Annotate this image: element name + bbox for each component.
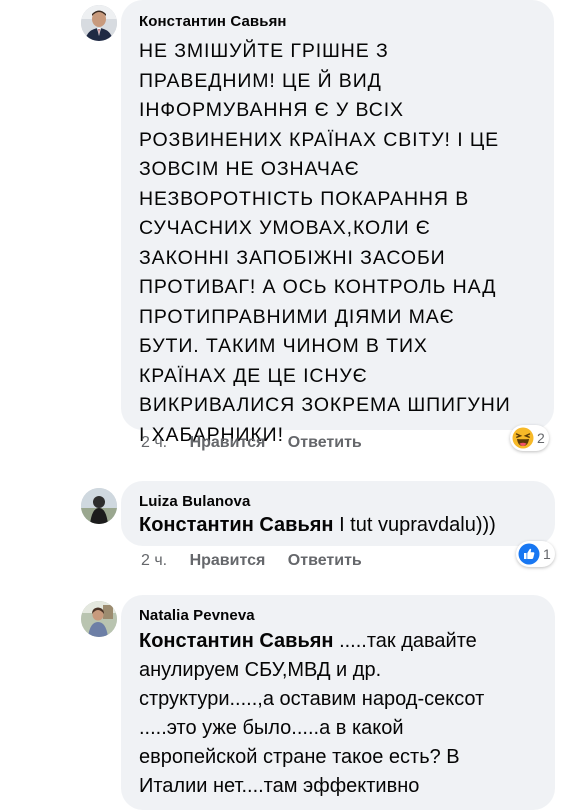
comment-line: НЕЗВОРОТНІСТЬ ПОКАРАННЯ В	[139, 187, 470, 210]
mention-link[interactable]: Константин Савьян	[139, 514, 334, 536]
comment-line: .....это уже было.....а в какой	[139, 717, 404, 739]
comment-line: БУТИ. ТАКИМ ЧИНОМ В ТИХ	[139, 335, 428, 357]
avatar[interactable]	[81, 601, 117, 637]
comment-text-rest: .....так давайте	[333, 630, 477, 652]
comment-line: структури.....,а оставим народ-сексот	[139, 688, 485, 710]
avatar[interactable]	[81, 5, 117, 41]
comment-line: Италии нет....там эффективно	[139, 775, 420, 797]
comment-text: Константин Савьян .....так давайте анули…	[139, 627, 484, 801]
reaction-badge[interactable]: 2	[510, 425, 549, 451]
comment-line: ВИКРИВАЛИСЯ ЗОКРЕМА ШПИГУНИ	[139, 394, 511, 416]
comment-line: Константин Савьян .....так давайте	[139, 627, 484, 656]
like-thumb-icon	[518, 543, 540, 565]
comment-author[interactable]: Natalia Pevneva	[139, 607, 255, 624]
avatar[interactable]	[81, 488, 117, 524]
haha-emoji-icon	[512, 427, 534, 449]
comment-line: европейской стране такое есть? В	[139, 746, 460, 768]
reply-button[interactable]: Ответить	[288, 552, 362, 569]
comment-text: НЕ ЗМІШУЙТЕ ГРІШНЕ З ПРАВЕДНИМ! ЦЕ Й ВИД І…	[139, 37, 511, 450]
comment-timestamp[interactable]: 2 ч.	[141, 552, 167, 569]
comment-line: ПРОТИПРАВНИМИ ДІЯМИ МАЄ	[139, 305, 455, 328]
reply-button[interactable]: Ответить	[288, 434, 362, 451]
like-button[interactable]: Нравится	[190, 434, 266, 451]
comment-timestamp[interactable]: 2 ч.	[141, 434, 167, 451]
comment-text-rest: I tut vupravdalu)))	[333, 514, 496, 536]
comment-line: НЕ ЗМІШУЙТЕ ГРІШНЕ З	[139, 40, 389, 62]
comment-author[interactable]: Константин Савьян	[139, 13, 287, 30]
comment-line: ПРОТИВАГ! А ОСЬ КОНТРОЛЬ НАД	[139, 276, 497, 298]
comment-line: ЗАКОННІ ЗАПОБІЖНІ ЗАСОБИ	[139, 246, 446, 269]
reaction-count: 2	[537, 430, 545, 446]
comment-line: ІНФОРМУВАННЯ Є У ВСІХ	[139, 99, 404, 121]
user-photo-icon	[81, 5, 117, 41]
comment-actions: 2 ч. Нравится Ответить	[141, 552, 362, 570]
user-photo-icon	[81, 488, 117, 524]
reaction-count: 1	[543, 546, 551, 562]
comment-line: ПРАВЕДНИМ! ЦЕ Й ВИД	[139, 69, 382, 92]
comment-line: ЗОВСІМ НЕ ОЗНАЧАЄ	[139, 158, 360, 180]
comment-line: КРАЇНАХ ДЕ ЦЕ ІСНУЄ	[139, 364, 368, 387]
reaction-badge[interactable]: 1	[516, 541, 555, 567]
comment-actions: 2 ч. Нравится Ответить	[141, 434, 362, 452]
mention-link[interactable]: Константин Савьян	[139, 630, 334, 652]
comment-text: Константин Савьян I tut vupravdalu)))	[139, 511, 496, 540]
like-button[interactable]: Нравится	[190, 552, 266, 569]
user-photo-icon	[81, 601, 117, 637]
comment-line: анулируем СБУ,МВД и др.	[139, 659, 382, 681]
comment-line: РОЗВИНЕНИХ КРАЇНАХ СВІТУ! І ЦЕ	[139, 128, 500, 151]
comment-line: СУЧАСНИХ УМОВАХ,КОЛИ Є	[139, 217, 431, 239]
comment-author[interactable]: Luiza Bulanova	[139, 493, 250, 510]
